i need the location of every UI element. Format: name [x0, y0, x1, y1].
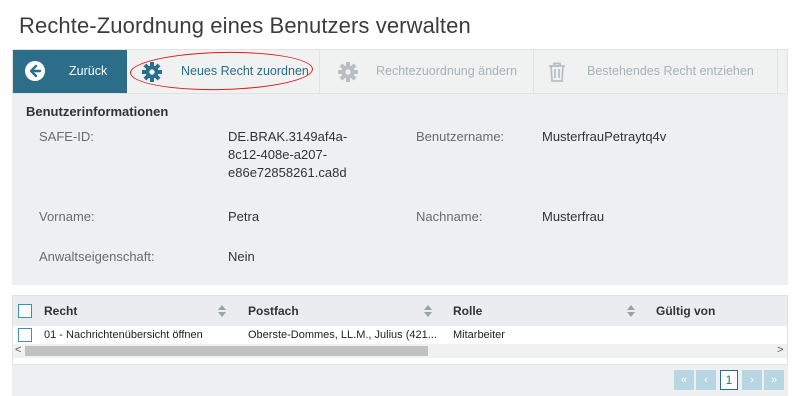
safe-id-value-line: DE.BRAK.3149af4a-: [228, 129, 348, 144]
toolbar-divider: [319, 50, 320, 93]
lastname-value: Musterfrau: [542, 209, 605, 224]
toolbar-divider: [533, 50, 534, 93]
change-assignment-label: Rechtezuordnung ändern: [376, 64, 518, 78]
sort-icon[interactable]: [424, 305, 432, 317]
column-header-postfach[interactable]: Postfach: [248, 304, 299, 318]
column-header-gueltig-von[interactable]: Gültig von: [656, 304, 715, 318]
column-header-rolle[interactable]: Rolle: [453, 304, 482, 318]
scroll-right-icon[interactable]: >: [777, 344, 783, 356]
change-assignment-button[interactable]: Rechtezuordnung ändern: [333, 50, 533, 93]
last-page-button[interactable]: »: [764, 370, 784, 390]
user-info-title: Benutzerinformationen: [26, 104, 169, 119]
sort-icon[interactable]: [218, 305, 226, 317]
back-button-label: Zurück: [69, 64, 108, 78]
back-button[interactable]: Zurück: [13, 50, 127, 93]
grid-header: Recht Postfach Rolle Gültig von: [13, 296, 787, 326]
page-title: Rechte-Zuordnung eines Benutzers verwalt…: [19, 13, 471, 38]
toolbar-divider: [777, 50, 778, 93]
username-value: MusterfrauPetraytq4v: [542, 129, 667, 144]
user-info-panel: Benutzerinformationen SAFE-ID: DE.BRAK.3…: [12, 94, 788, 285]
current-page-button[interactable]: 1: [720, 370, 738, 390]
revoke-right-label: Bestehendes Recht entziehen: [587, 64, 754, 78]
trash-icon: [547, 61, 567, 86]
lawyer-status-value: Nein: [228, 249, 255, 264]
row-checkbox[interactable]: [18, 328, 32, 342]
sort-icon[interactable]: [627, 305, 635, 317]
column-header-recht[interactable]: Recht: [44, 304, 77, 318]
gear-icon: [337, 61, 359, 86]
cell-rolle: Mitarbeiter: [453, 329, 505, 341]
toolbar: Zurück Neues Recht zuordnen Rechtezuordn…: [12, 49, 788, 94]
first-page-button[interactable]: «: [674, 370, 694, 390]
prev-page-button[interactable]: ‹: [696, 370, 716, 390]
safe-id-value-line: e86e72858261.ca8d: [228, 165, 347, 180]
cell-recht: 01 - Nachrichtenübersicht öffnen: [44, 329, 203, 341]
next-page-button[interactable]: ›: [742, 370, 762, 390]
lastname-label: Nachname:: [416, 209, 483, 224]
revoke-right-button[interactable]: Bestehendes Recht entziehen: [543, 50, 777, 93]
safe-id-value-line: 8c12-408e-a207-: [228, 147, 328, 162]
firstname-label: Vorname:: [39, 209, 95, 224]
cell-postfach: Oberste-Dommes, LL.M., Julius (421...: [248, 329, 437, 341]
scroll-left-icon[interactable]: <: [15, 344, 21, 356]
table-row[interactable]: 01 - Nachrichtenübersicht öffnen Oberste…: [13, 326, 787, 344]
scrollbar-thumb[interactable]: [25, 346, 428, 356]
select-all-checkbox[interactable]: [18, 304, 32, 318]
safe-id-value: DE.BRAK.3149af4a- 8c12-408e-a207- e86e72…: [228, 128, 347, 182]
username-label: Benutzername:: [416, 129, 505, 144]
safe-id-label: SAFE-ID:: [39, 129, 94, 144]
rights-grid: Recht Postfach Rolle Gültig von 01 - Nac…: [12, 295, 788, 365]
horizontal-scrollbar[interactable]: < >: [13, 344, 787, 358]
firstname-value: Petra: [228, 209, 260, 224]
lawyer-status-label: Anwaltseigenschaft:: [39, 249, 155, 264]
arrow-left-icon: [25, 61, 45, 81]
pagination: « ‹ 1 › »: [12, 365, 788, 396]
